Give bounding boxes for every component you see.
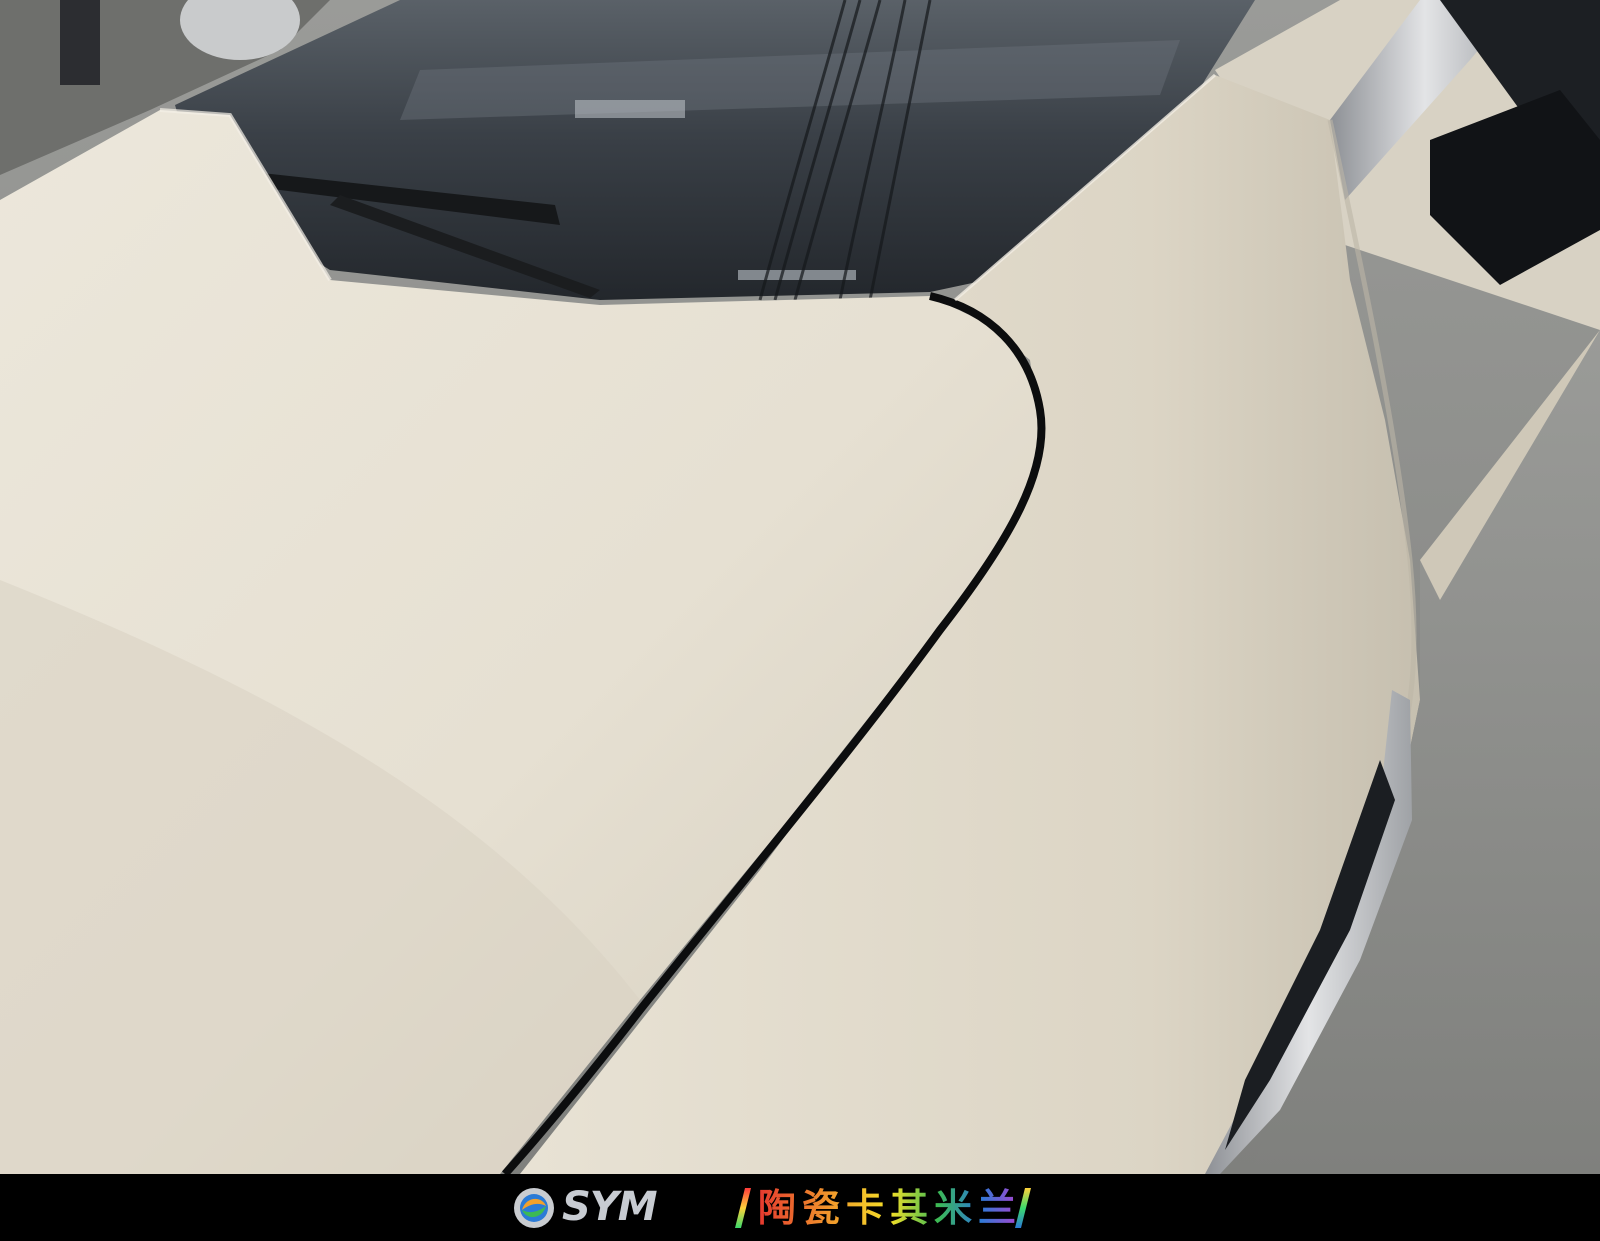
car-photo-illustration bbox=[0, 0, 1600, 1174]
sym-logo-icon bbox=[514, 1188, 554, 1228]
dash-sticker bbox=[575, 100, 685, 118]
color-name-title: 陶瓷卡其米兰 bbox=[758, 1186, 1023, 1230]
windshield-label bbox=[738, 270, 856, 280]
brand-logo-text: SYM bbox=[562, 1184, 658, 1230]
car-hood-photo bbox=[0, 0, 1600, 1174]
pedestrian bbox=[60, 0, 100, 85]
